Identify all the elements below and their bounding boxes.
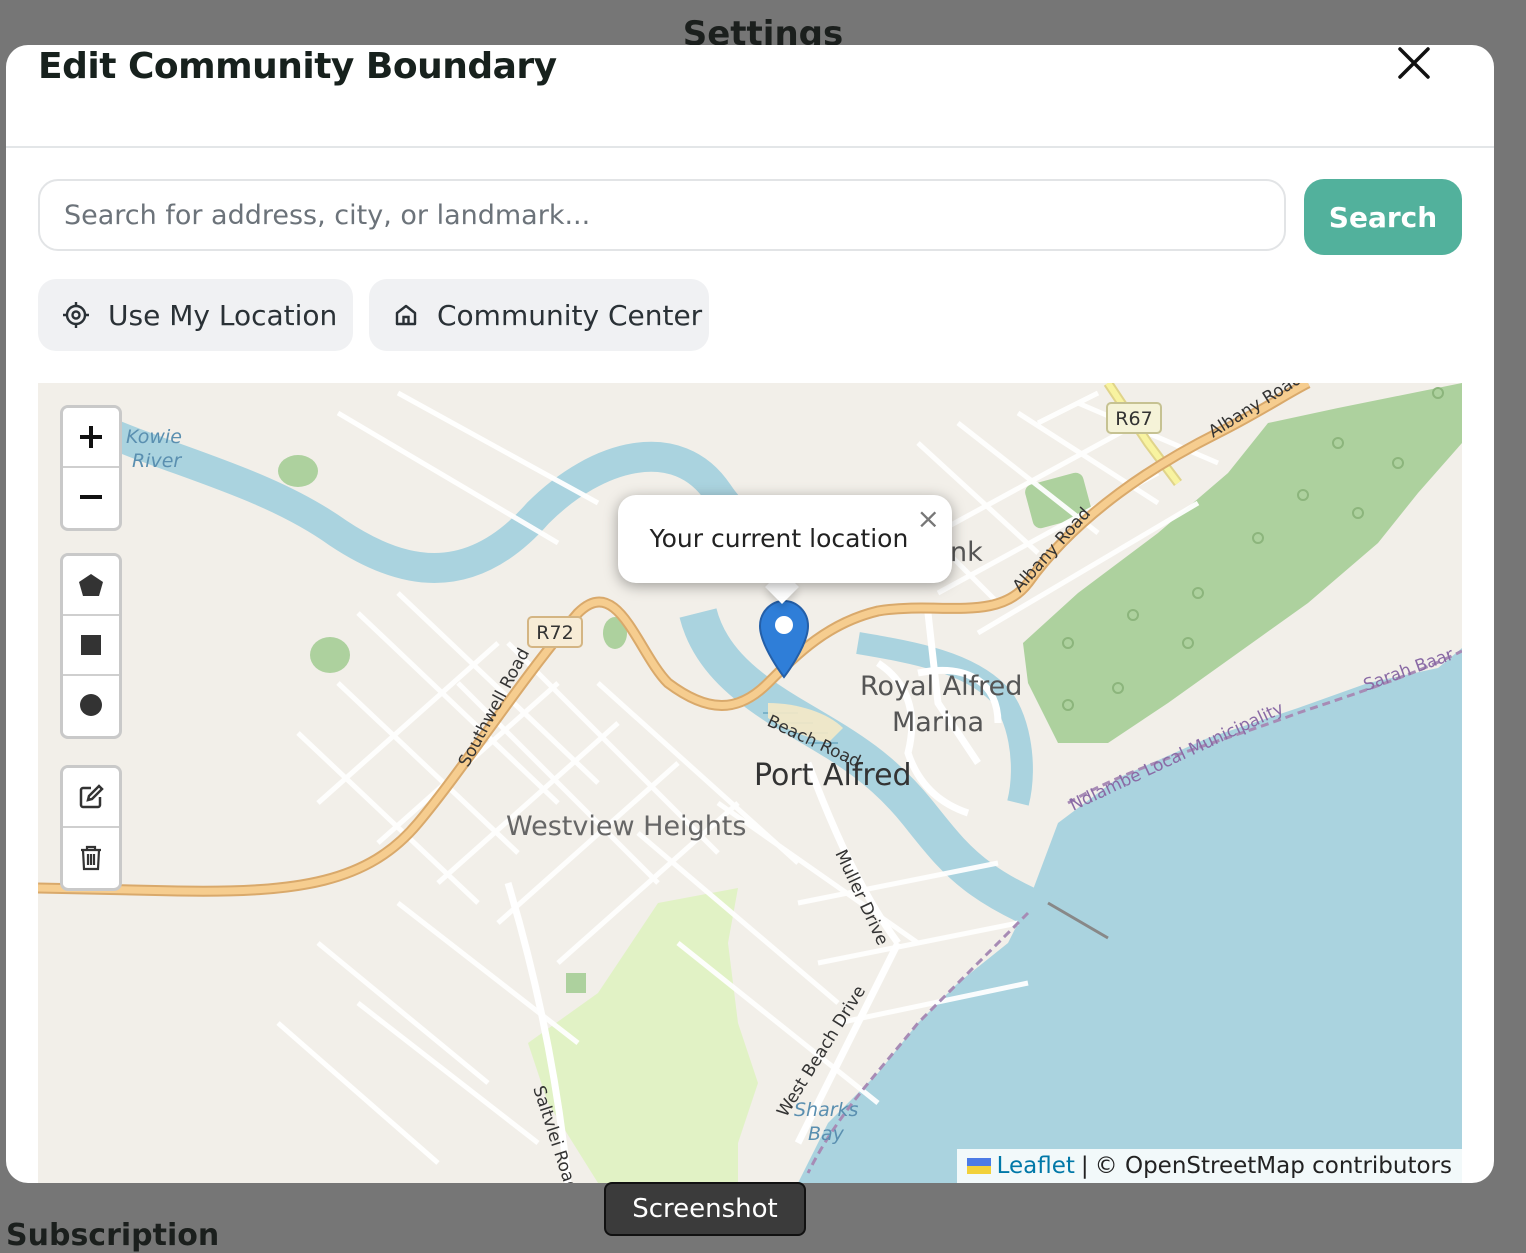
zoom-out-button[interactable] bbox=[63, 468, 119, 526]
edit-icon bbox=[79, 784, 104, 809]
zoom-controls bbox=[60, 405, 122, 531]
draw-toolbar bbox=[60, 553, 122, 739]
location-popup: Your current location × bbox=[618, 495, 952, 583]
search-row: Search bbox=[38, 179, 1462, 255]
community-center-label: Community Center bbox=[437, 298, 703, 332]
use-my-location-button[interactable]: Use My Location bbox=[38, 279, 353, 351]
map-label-port-alfred: Port Alfred bbox=[754, 758, 912, 793]
crosshair-icon bbox=[63, 302, 89, 328]
modal-header: Edit Community Boundary bbox=[6, 45, 1494, 148]
modal-title: Edit Community Boundary bbox=[38, 46, 557, 87]
popup-text: Your current location bbox=[649, 524, 909, 553]
screenshot-tooltip: Screenshot bbox=[604, 1182, 806, 1236]
ukraine-flag-icon bbox=[966, 1158, 991, 1174]
edit-layers-button[interactable] bbox=[63, 768, 119, 828]
map-attribution: Leaflet | © OpenStreetMap contributors bbox=[956, 1149, 1462, 1183]
map-view[interactable]: Kowie River R67 R72 Albany Road Albany R… bbox=[38, 383, 1462, 1183]
map-label-r67: R67 bbox=[1115, 408, 1152, 430]
trash-icon bbox=[81, 845, 101, 871]
map-label-westview-heights: Westview Heights bbox=[506, 811, 746, 842]
home-icon bbox=[395, 304, 417, 326]
osm-attribution[interactable]: © OpenStreetMap contributors bbox=[1095, 1153, 1452, 1179]
close-icon bbox=[1398, 47, 1430, 79]
map-label-partial: nk bbox=[950, 537, 983, 568]
community-center-button[interactable]: Community Center bbox=[369, 279, 709, 351]
map-label-marina: Marina bbox=[892, 707, 984, 738]
map-label-r72: R72 bbox=[536, 622, 573, 644]
plus-icon bbox=[80, 426, 102, 448]
map-label-kowie: Kowie bbox=[126, 426, 182, 448]
map-label-sharks: Sharks bbox=[794, 1099, 859, 1121]
search-button[interactable]: Search bbox=[1304, 179, 1462, 255]
attribution-separator: | bbox=[1080, 1153, 1089, 1179]
leaflet-link[interactable]: Leaflet bbox=[997, 1153, 1075, 1179]
minus-icon bbox=[80, 495, 102, 499]
draw-polygon-button[interactable] bbox=[63, 556, 119, 616]
draw-circle-button[interactable] bbox=[63, 676, 119, 734]
map-label-river: River bbox=[132, 450, 182, 472]
background-section-title: Subscription bbox=[6, 1218, 220, 1253]
map-label-bay: Bay bbox=[808, 1123, 845, 1145]
map-label-royal-alfred: Royal Alfred bbox=[860, 671, 1022, 702]
edit-boundary-modal: Edit Community Boundary Search Use My Lo… bbox=[6, 45, 1494, 1183]
location-search-input[interactable] bbox=[38, 179, 1286, 251]
close-button[interactable] bbox=[1396, 45, 1432, 81]
rectangle-icon bbox=[81, 635, 101, 655]
draw-rectangle-button[interactable] bbox=[63, 616, 119, 676]
edit-toolbar bbox=[60, 765, 122, 891]
circle-icon bbox=[80, 694, 102, 716]
delete-layers-button[interactable] bbox=[63, 828, 119, 886]
popup-close-icon[interactable]: × bbox=[917, 505, 940, 533]
polygon-icon bbox=[79, 574, 103, 596]
use-my-location-label: Use My Location bbox=[108, 298, 338, 332]
zoom-in-button[interactable] bbox=[63, 408, 119, 468]
